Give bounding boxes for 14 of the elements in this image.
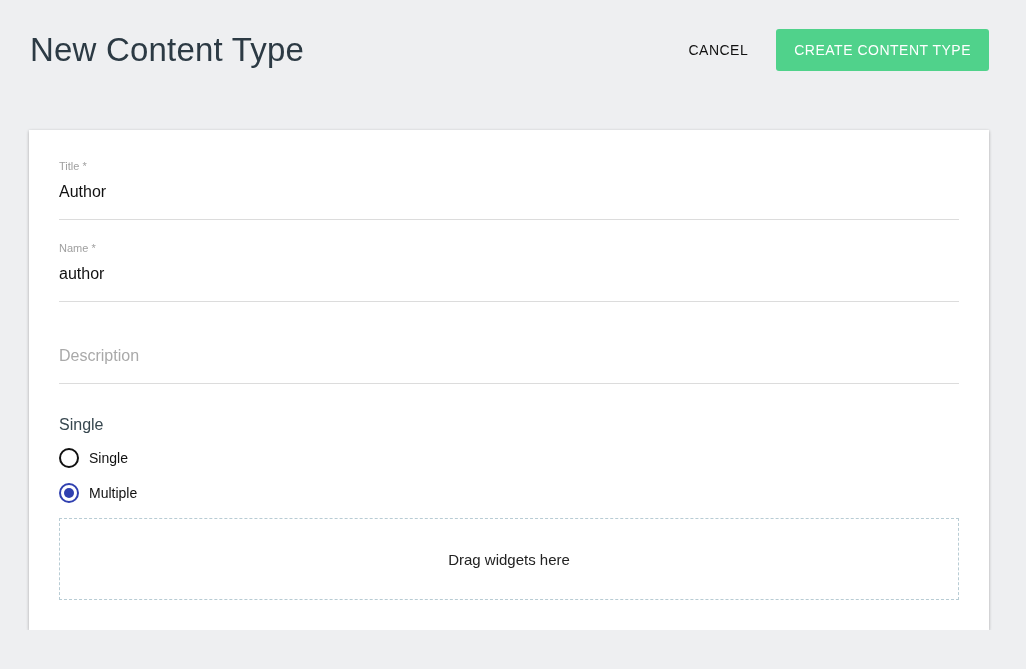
page-title: New Content Type <box>30 31 305 69</box>
drop-zone-text: Drag widgets here <box>448 550 570 568</box>
input-field[interactable]: author <box>59 257 959 283</box>
radio-button[interactable] <box>59 483 79 503</box>
cancel-button[interactable]: CANCEL <box>688 34 749 66</box>
input-field[interactable]: Author <box>59 175 959 201</box>
drop-zone[interactable]: Drag widgets here <box>59 518 959 600</box>
radio-label: Single <box>89 450 128 466</box>
radio-group-label: Single <box>59 416 105 434</box>
field-label: Name * <box>59 242 97 256</box>
input-field[interactable]: Description <box>59 324 959 365</box>
radio-label: Multiple <box>89 485 138 501</box>
field-label: Title * <box>59 160 88 174</box>
radio-button[interactable] <box>59 448 79 468</box>
